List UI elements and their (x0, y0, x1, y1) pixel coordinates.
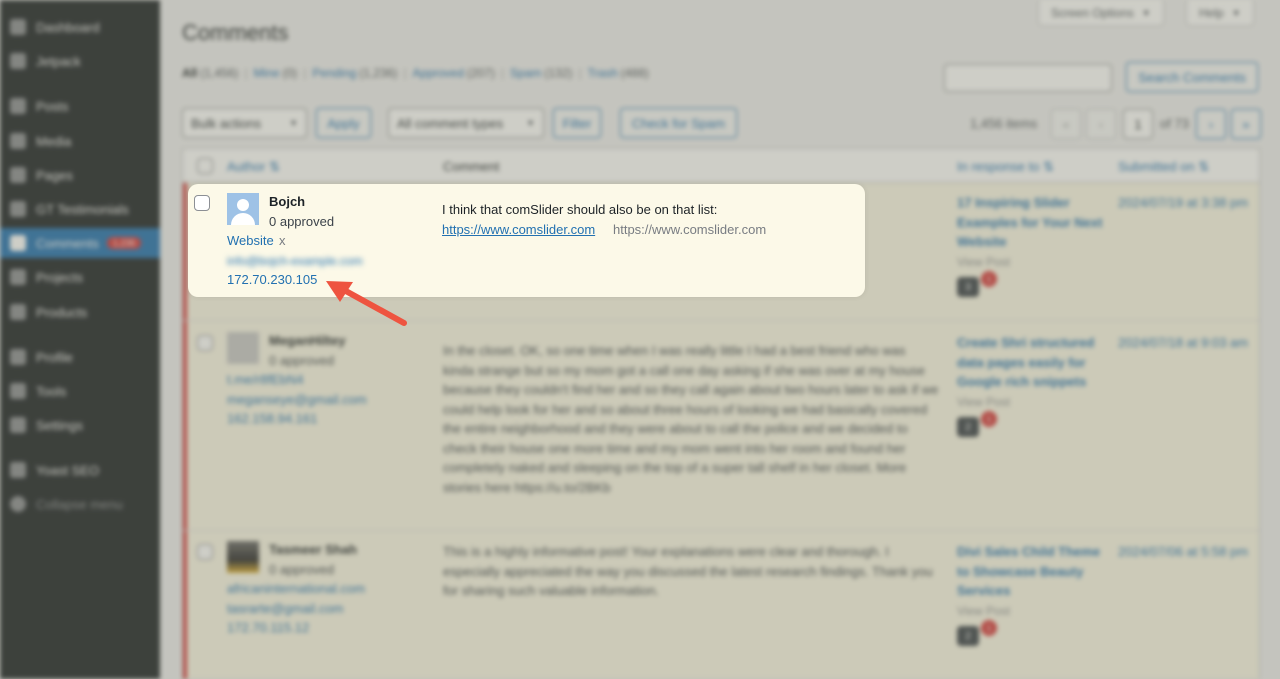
author-email-link[interactable]: info@bojch-example.com (227, 253, 365, 268)
comment-link-plain: https://www.comslider.com (613, 222, 767, 237)
remove-website-link[interactable]: x (279, 233, 286, 248)
dim-overlay (0, 0, 1280, 679)
author-ip-link[interactable]: 172.70.230.105 (227, 272, 317, 287)
arrow-annotation-icon (326, 281, 407, 326)
author-website-link[interactable]: Website (227, 233, 274, 248)
comment-text: I think that comSlider should also be on… (442, 202, 718, 217)
row-checkbox[interactable] (194, 195, 210, 211)
author-name: Bojch (269, 194, 306, 209)
author-approved-count: 0 approved (269, 214, 335, 229)
avatar (227, 193, 259, 225)
highlighted-comment-row[interactable]: Bojch 0 approved Website x info@bojch-ex… (188, 184, 865, 297)
comment-link[interactable]: https://www.comslider.com (442, 222, 595, 237)
